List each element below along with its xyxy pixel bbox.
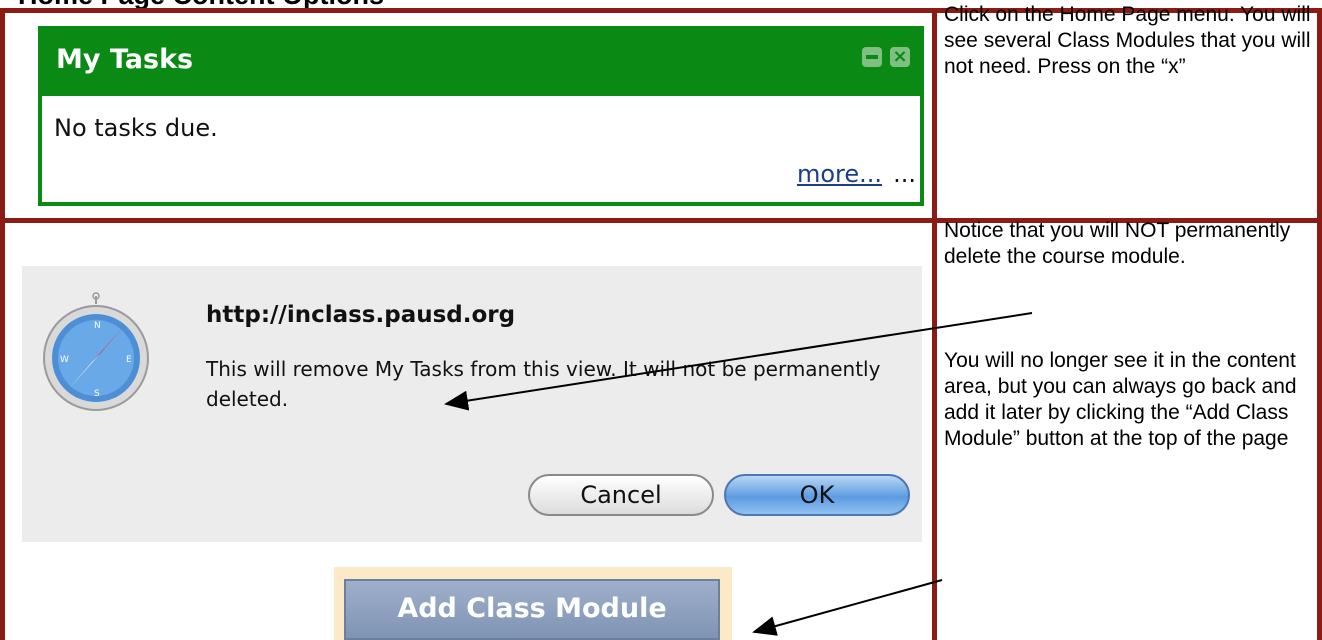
annotation-arrows [444,312,1033,636]
arrow-to-add-button [752,579,943,636]
arrow-to-dialog [444,312,1033,411]
